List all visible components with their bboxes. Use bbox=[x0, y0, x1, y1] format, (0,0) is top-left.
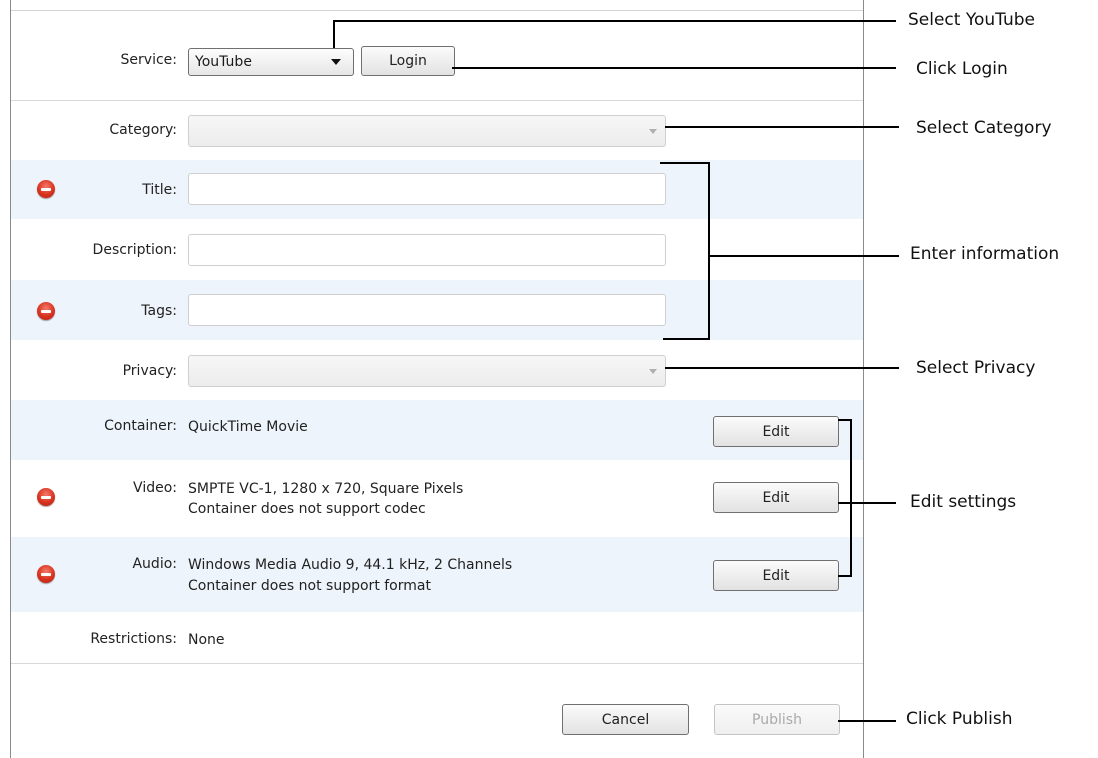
callout-line bbox=[838, 720, 896, 722]
annotation-click-publish: Click Publish bbox=[906, 709, 1013, 729]
annotation-select-category: Select Category bbox=[916, 118, 1052, 138]
callout-line bbox=[850, 419, 852, 577]
category-dropdown[interactable] bbox=[188, 115, 666, 147]
chevron-down-icon bbox=[649, 129, 657, 134]
callout-line bbox=[665, 126, 899, 128]
callout-line bbox=[838, 575, 852, 577]
callout-line bbox=[663, 338, 710, 340]
callout-line bbox=[660, 162, 710, 164]
tags-label: Tags: bbox=[141, 303, 177, 319]
annotation-select-privacy: Select Privacy bbox=[916, 358, 1036, 378]
callout-line bbox=[708, 162, 710, 340]
video-label: Video: bbox=[133, 480, 177, 496]
cancel-button[interactable]: Cancel bbox=[562, 704, 689, 735]
callout-line bbox=[708, 255, 899, 257]
error-icon bbox=[37, 565, 55, 583]
container-value: QuickTime Movie bbox=[188, 419, 308, 435]
restrictions-label: Restrictions: bbox=[90, 631, 177, 647]
restrictions-value: None bbox=[188, 632, 225, 648]
audio-warning: Container does not support format bbox=[188, 578, 431, 594]
callout-line bbox=[333, 20, 896, 22]
video-edit-button[interactable]: Edit bbox=[713, 482, 839, 513]
title-input[interactable] bbox=[188, 173, 666, 205]
video-warning: Container does not support codec bbox=[188, 501, 426, 517]
tags-input[interactable] bbox=[188, 294, 666, 326]
privacy-dropdown[interactable] bbox=[188, 355, 666, 387]
video-value: SMPTE VC-1, 1280 x 720, Square Pixels bbox=[188, 481, 464, 497]
annotation-edit-settings: Edit settings bbox=[910, 492, 1017, 512]
privacy-label: Privacy: bbox=[122, 363, 177, 379]
error-icon bbox=[37, 488, 55, 506]
audio-value: Windows Media Audio 9, 44.1 kHz, 2 Chann… bbox=[188, 557, 513, 573]
container-label: Container: bbox=[104, 418, 177, 434]
annotation-click-login: Click Login bbox=[916, 59, 1008, 79]
category-label: Category: bbox=[109, 122, 177, 138]
description-input[interactable] bbox=[188, 234, 666, 266]
publish-button[interactable]: Publish bbox=[714, 704, 840, 735]
callout-line bbox=[452, 67, 896, 69]
annotation-enter-information: Enter information bbox=[910, 244, 1060, 264]
service-selected-value: YouTube bbox=[195, 54, 252, 70]
audio-label: Audio: bbox=[132, 556, 177, 572]
callout-line bbox=[333, 20, 335, 48]
description-label: Description: bbox=[92, 242, 177, 258]
audio-edit-button[interactable]: Edit bbox=[713, 560, 839, 591]
service-dropdown[interactable]: YouTube bbox=[188, 48, 354, 76]
divider bbox=[11, 100, 863, 101]
login-button[interactable]: Login bbox=[361, 46, 455, 76]
title-label: Title: bbox=[142, 182, 177, 198]
container-edit-button[interactable]: Edit bbox=[713, 416, 839, 447]
chevron-down-icon bbox=[331, 59, 341, 65]
callout-line bbox=[665, 367, 899, 369]
error-icon bbox=[37, 180, 55, 198]
publish-dialog: Service: YouTube Login Category: Title: … bbox=[10, 0, 864, 758]
service-label: Service: bbox=[120, 52, 177, 68]
divider bbox=[11, 663, 863, 664]
error-icon bbox=[37, 302, 55, 320]
callout-line bbox=[838, 502, 896, 504]
top-border bbox=[11, 10, 863, 11]
chevron-down-icon bbox=[649, 369, 657, 374]
annotation-select-youtube: Select YouTube bbox=[908, 10, 1035, 30]
